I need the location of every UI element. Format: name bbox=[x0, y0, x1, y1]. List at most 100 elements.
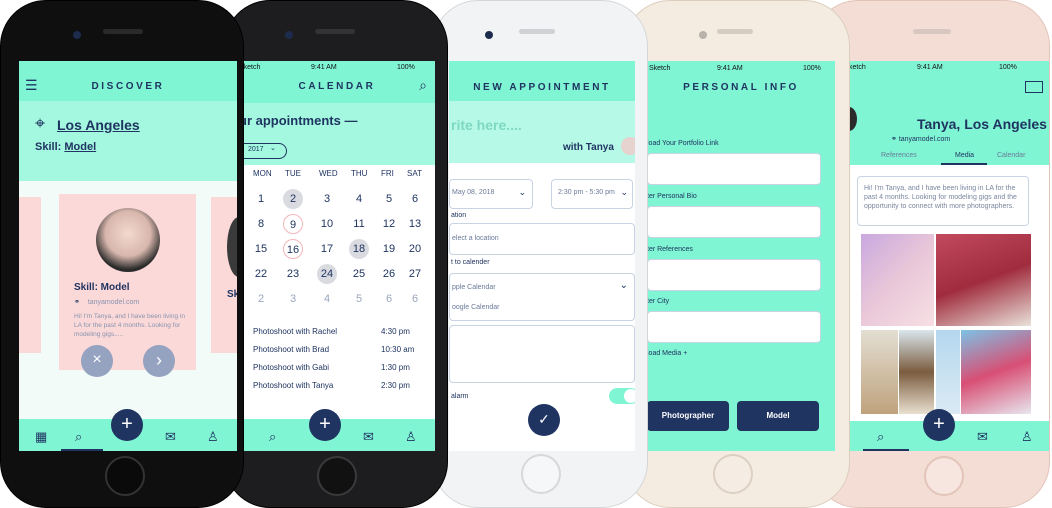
screen: ☰ DISCOVER ⌖ Los Angeles Skill: Model Sk… bbox=[19, 61, 237, 451]
appointment-row[interactable]: Photoshoot with Tanya 2:30 pm bbox=[239, 381, 435, 395]
calendar-day[interactable]: 27 bbox=[405, 264, 425, 284]
home-button[interactable] bbox=[713, 454, 753, 494]
appointment-row[interactable]: Photoshoot with Rachel 4:30 pm bbox=[239, 327, 435, 341]
calendar-day[interactable]: 6 bbox=[379, 289, 399, 309]
portfolio-link-input[interactable] bbox=[647, 153, 821, 185]
calendar-day[interactable]: 8 bbox=[251, 214, 271, 234]
photo-2[interactable] bbox=[936, 234, 1031, 326]
portfolio-link-label: load Your Portfolio Link bbox=[647, 140, 719, 147]
profile-icon[interactable]: ♙ bbox=[207, 429, 219, 445]
calendar-select[interactable]: pple Calendar oogle Calendar ⌄ bbox=[449, 273, 635, 321]
calendar-day[interactable]: 3 bbox=[283, 289, 303, 309]
calendar-day[interactable]: 22 bbox=[251, 264, 271, 284]
calendar-day[interactable]: 20 bbox=[405, 239, 425, 259]
status-time: 9:41 AM bbox=[311, 64, 337, 71]
home-button[interactable] bbox=[521, 454, 561, 494]
add-button[interactable]: + bbox=[309, 409, 341, 441]
photo-5[interactable] bbox=[936, 330, 960, 414]
calendar-day[interactable]: 25 bbox=[349, 264, 369, 284]
calendar-day[interactable]: 6 bbox=[405, 289, 425, 309]
calendar-icon[interactable]: ▦ bbox=[35, 429, 47, 445]
calendar-day[interactable]: 11 bbox=[349, 214, 369, 234]
calendar-day[interactable]: 3 bbox=[317, 189, 337, 209]
home-button[interactable] bbox=[105, 456, 145, 496]
calendar-day[interactable]: 10 bbox=[317, 214, 337, 234]
year-select[interactable]: 2017 ⌄ bbox=[239, 143, 287, 159]
confirm-button[interactable]: ✓ bbox=[528, 404, 560, 436]
city-input[interactable] bbox=[647, 311, 821, 343]
calendar-day[interactable]: 26 bbox=[379, 264, 399, 284]
calendar-day[interactable]: 19 bbox=[379, 239, 399, 259]
skill-value[interactable]: Model bbox=[64, 141, 96, 153]
tab-references[interactable]: References bbox=[881, 152, 917, 159]
status-time: 9:41 AM bbox=[917, 64, 943, 71]
calendar-day[interactable]: 5 bbox=[349, 289, 369, 309]
mail-icon[interactable]: ✉ bbox=[363, 429, 374, 445]
card-next[interactable]: Sk bbox=[211, 197, 237, 353]
search-icon[interactable]: ⌕ bbox=[269, 429, 276, 445]
calendar-day[interactable]: 4 bbox=[349, 189, 369, 209]
calendar-day[interactable]: 13 bbox=[405, 214, 425, 234]
calendar-day[interactable]: 15 bbox=[251, 239, 271, 259]
location-link[interactable]: Los Angeles bbox=[57, 117, 140, 133]
home-button[interactable] bbox=[924, 456, 964, 496]
search-icon[interactable]: ⌕ bbox=[419, 77, 427, 94]
notes-textarea[interactable] bbox=[449, 325, 635, 383]
calendar-day[interactable]: 2 bbox=[283, 189, 303, 209]
calendar-day[interactable]: 6 bbox=[405, 189, 425, 209]
card-link[interactable]: ⚭ tanyamodel.com bbox=[74, 298, 139, 306]
search-icon[interactable]: ⌕ bbox=[877, 429, 884, 445]
date-select[interactable]: May 08, 2018 ⌄ bbox=[449, 179, 533, 209]
location-input[interactable]: elect a location bbox=[449, 223, 635, 255]
phone-calendar: Sketch 9:41 AM 100% CALENDAR ⌕ ur appoin… bbox=[224, 0, 448, 508]
reject-button[interactable]: × bbox=[81, 345, 113, 377]
time-select[interactable]: 2:30 pm - 5:30 pm ⌄ bbox=[551, 179, 633, 209]
appointment-time: 2:30 pm bbox=[381, 381, 410, 390]
home-button[interactable] bbox=[317, 456, 357, 496]
page-title: PERSONAL INFO bbox=[683, 82, 799, 93]
calendar-day[interactable]: 18 bbox=[349, 239, 369, 259]
bio-input[interactable] bbox=[647, 206, 821, 238]
mail-icon[interactable]: ✉ bbox=[165, 429, 176, 445]
calendar-day[interactable]: 23 bbox=[283, 264, 303, 284]
calendar-day[interactable]: 24 bbox=[317, 264, 337, 284]
photo-1[interactable] bbox=[861, 234, 934, 326]
calendar-day[interactable]: 4 bbox=[317, 289, 337, 309]
photographer-button[interactable]: Photographer bbox=[647, 401, 729, 431]
calendar-option-apple[interactable]: pple Calendar bbox=[452, 284, 496, 291]
calendar-day[interactable]: 2 bbox=[251, 289, 271, 309]
accept-button[interactable]: › bbox=[143, 345, 175, 377]
photo-4[interactable] bbox=[899, 330, 934, 414]
upload-media-link[interactable]: load Media + bbox=[647, 350, 687, 357]
calendar-day[interactable]: 1 bbox=[251, 189, 271, 209]
alarm-toggle[interactable] bbox=[609, 388, 635, 404]
profile-card[interactable]: Skill: Model ⚭ tanyamodel.com Hi! I'm Ta… bbox=[59, 194, 196, 370]
model-button[interactable]: Model bbox=[737, 401, 819, 431]
calendar-day[interactable]: 9 bbox=[283, 214, 303, 234]
card-prev[interactable] bbox=[19, 197, 41, 353]
profile-link[interactable]: ⚭ tanyamodel.com bbox=[891, 135, 950, 143]
search-icon[interactable]: ⌕ bbox=[75, 429, 82, 445]
skill-filter[interactable]: Skill: Model bbox=[35, 141, 96, 153]
add-button[interactable]: + bbox=[111, 409, 143, 441]
calendar-day[interactable]: 17 bbox=[317, 239, 337, 259]
calendar-day[interactable]: 16 bbox=[283, 239, 303, 259]
profile-icon[interactable]: ♙ bbox=[405, 429, 417, 445]
photo-3[interactable] bbox=[861, 330, 898, 414]
tab-calendar[interactable]: Calendar bbox=[997, 152, 1025, 159]
references-input[interactable] bbox=[647, 259, 821, 291]
calendar-day[interactable]: 5 bbox=[379, 189, 399, 209]
compose-icon[interactable] bbox=[1025, 81, 1043, 93]
tab-media[interactable]: Media bbox=[955, 152, 974, 159]
photo-6[interactable] bbox=[961, 330, 1031, 414]
appointment-row[interactable]: Photoshoot with Gabi 1:30 pm bbox=[239, 363, 435, 377]
status-bar: ketch 9:41 AM 100% bbox=[849, 61, 1049, 76]
phone-discover: ☰ DISCOVER ⌖ Los Angeles Skill: Model Sk… bbox=[0, 0, 244, 508]
appointment-prompt[interactable]: rite here.... bbox=[451, 117, 522, 133]
add-button[interactable]: + bbox=[923, 409, 955, 441]
calendar-option-google[interactable]: oogle Calendar bbox=[452, 304, 499, 311]
mail-icon[interactable]: ✉ bbox=[977, 429, 988, 445]
calendar-day[interactable]: 12 bbox=[379, 214, 399, 234]
appointment-row[interactable]: Photoshoot with Brad 10:30 am bbox=[239, 345, 435, 359]
profile-icon[interactable]: ♙ bbox=[1021, 429, 1033, 445]
